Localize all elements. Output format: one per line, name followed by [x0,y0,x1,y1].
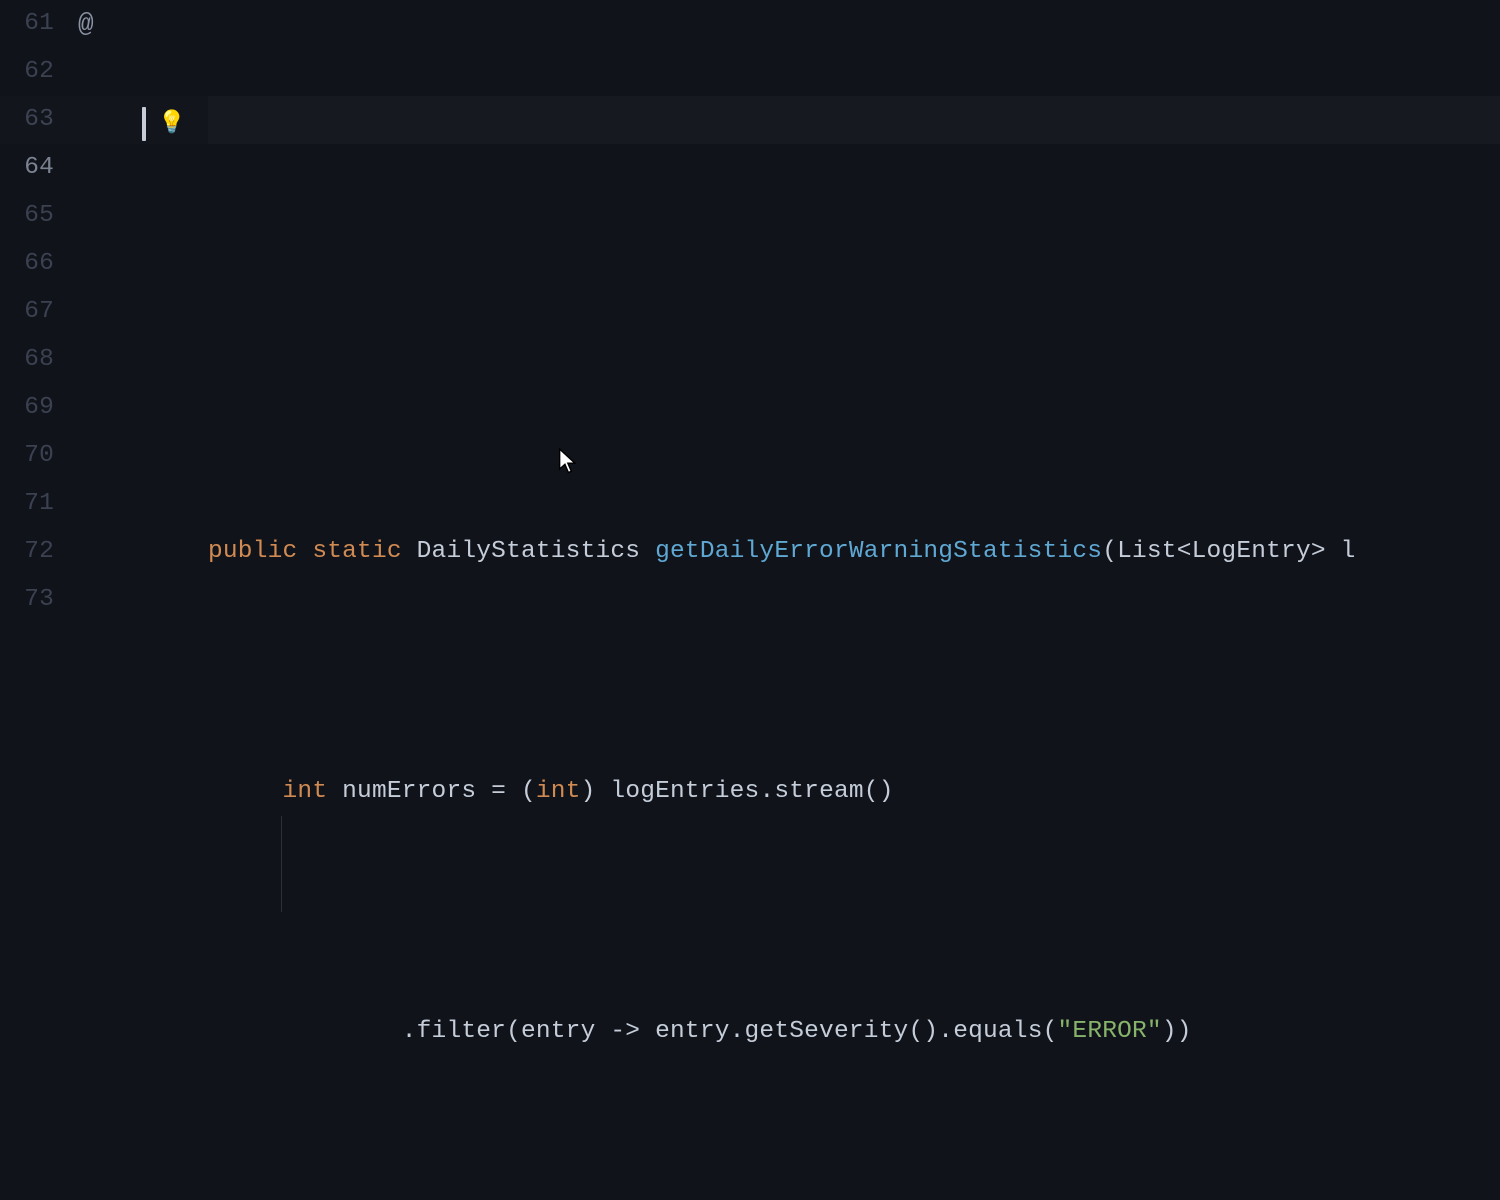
line-number: 67 [0,288,60,336]
lightbulb-icon[interactable]: 💡 [158,113,186,135]
keyword-static: static [312,538,401,565]
line-number: 68 [0,336,60,384]
code-line[interactable]: public static DailyStatistics getDailyEr… [208,528,1500,576]
code-line[interactable] [208,288,1500,336]
type-name: DailyStatistics [417,538,641,565]
line-number: 69 [0,384,60,432]
code-area[interactable]: public static DailyStatistics getDailyEr… [208,0,1500,600]
keyword-public: public [208,538,297,565]
gutter-decorations: @ 💡 [70,0,208,600]
line-number: 65 [0,192,60,240]
text-caret [142,107,146,141]
line-number: 63 [0,96,60,144]
line-number: 66 [0,240,60,288]
line-number: 61 [0,0,60,48]
line-number: 72 [0,528,60,576]
line-number: 62 [0,48,60,96]
code-editor[interactable]: 61 62 63 64 65 66 67 68 69 70 71 72 73 @… [0,0,1500,600]
line-number: 70 [0,432,60,480]
code-line[interactable]: int numErrors = (int) logEntries.stream(… [208,768,1500,816]
line-number: 73 [0,576,60,624]
method-name: getDailyErrorWarningStatistics [655,538,1102,565]
line-number-gutter: 61 62 63 64 65 66 67 68 69 70 71 72 73 [0,0,70,600]
code-line[interactable]: .filter(entry -> entry.getSeverity().equ… [208,1008,1500,1056]
line-number: 71 [0,480,60,528]
bookmark-icon: @ [78,0,94,48]
line-number-active: 64 [0,144,60,192]
